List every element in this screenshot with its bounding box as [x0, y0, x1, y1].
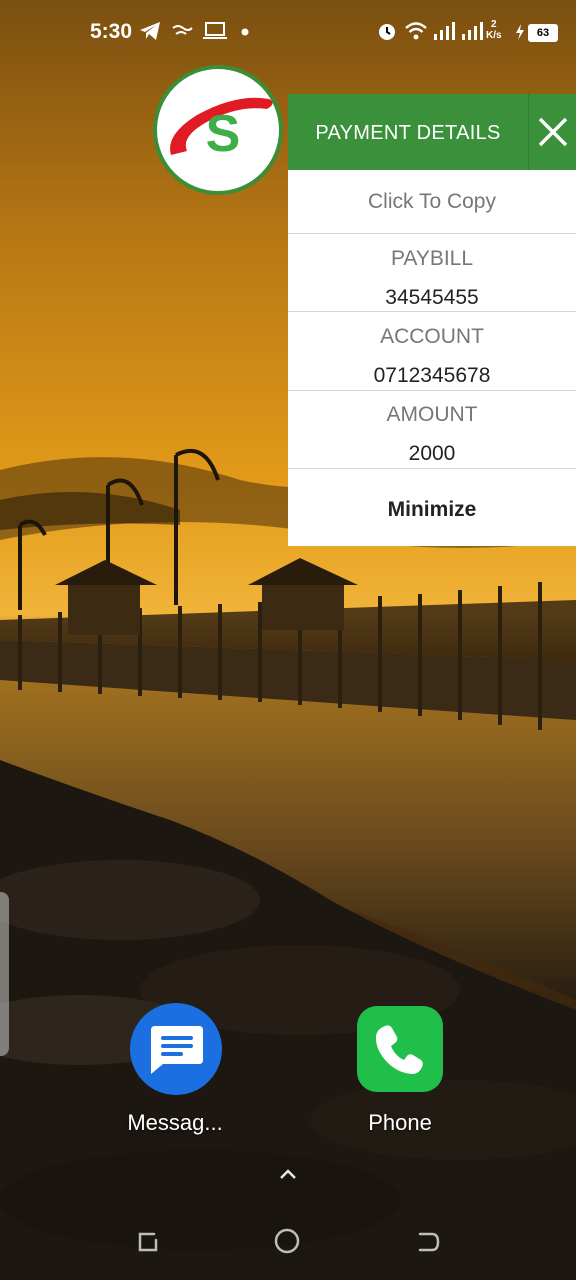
panel-header: PAYMENT DETAILS — [288, 94, 576, 170]
paybill-label: PAYBILL — [390, 247, 474, 270]
laptop-icon — [203, 22, 227, 39]
signal-icon — [434, 22, 455, 40]
back-icon[interactable] — [412, 1226, 442, 1256]
minimize-button[interactable]: Minimize — [288, 498, 576, 522]
notification-icon — [172, 25, 193, 35]
edge-panel-handle[interactable] — [0, 892, 9, 1056]
signal-icon-2 — [462, 22, 483, 40]
account-value[interactable]: 0712345678 — [288, 364, 576, 388]
close-icon — [538, 117, 568, 147]
svg-text:S: S — [206, 105, 241, 163]
messages-icon — [130, 1003, 222, 1095]
status-bar: 5:30 2 K/s 63 — [0, 0, 576, 64]
phone-app[interactable]: Phone — [357, 1006, 443, 1135]
app-label: Messag... — [127, 1110, 223, 1135]
home-icon[interactable] — [272, 1226, 302, 1256]
payment-details-panel: PAYMENT DETAILS Click To Copy PAYBILL 34… — [288, 94, 576, 546]
network-speed: 2 K/s — [486, 19, 502, 41]
speed-value: 2 — [491, 19, 497, 30]
divider — [288, 390, 576, 391]
divider — [288, 468, 576, 469]
app-logo-bubble[interactable]: S — [153, 65, 283, 195]
panel-title: PAYMENT DETAILS — [315, 122, 501, 144]
telegram-icon — [140, 22, 160, 40]
close-button[interactable] — [528, 94, 576, 170]
phone-icon — [357, 1006, 443, 1092]
speed-unit: K/s — [486, 30, 502, 41]
chevron-up-icon[interactable] — [276, 1164, 300, 1184]
amount-label: AMOUNT — [386, 403, 478, 426]
divider — [288, 233, 576, 234]
alarm-icon — [379, 24, 395, 40]
copy-hint[interactable]: Click To Copy — [288, 190, 576, 214]
dot-icon — [241, 28, 249, 36]
messages-app[interactable]: Messag... — [127, 1002, 223, 1135]
wifi-icon — [405, 22, 427, 40]
divider — [288, 311, 576, 312]
recents-icon[interactable] — [132, 1226, 162, 1256]
status-time: 5:30 — [90, 20, 133, 43]
app-label: Phone — [368, 1110, 432, 1135]
brand-logo-icon: S — [170, 97, 273, 163]
amount-value[interactable]: 2000 — [288, 442, 576, 466]
account-label: ACCOUNT — [380, 325, 484, 348]
charging-icon — [516, 24, 524, 40]
battery-icon: 63 — [528, 24, 558, 42]
paybill-value[interactable]: 34545455 — [288, 286, 576, 310]
